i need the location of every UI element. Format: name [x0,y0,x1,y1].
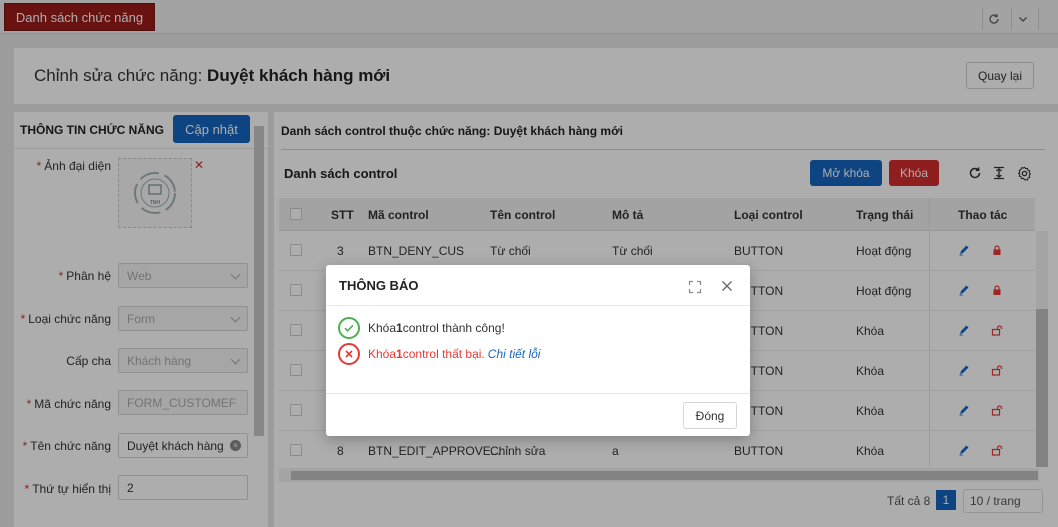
error-details-link[interactable]: Chi tiết lỗi [488,347,541,361]
success-message: Khóa 1 control thành công! [338,317,505,339]
close-button[interactable]: Đóng [683,402,737,429]
error-text-pre: Khóa [368,347,397,361]
modal-overlay[interactable] [0,0,1058,527]
divider [326,393,750,394]
check-circle-icon [338,317,360,339]
fullscreen-icon[interactable] [688,280,702,294]
error-text-post: control thất bại. [402,347,485,361]
close-circle-icon [338,343,360,365]
success-count: 1 [396,321,403,335]
divider [326,305,750,306]
modal-title: THÔNG BÁO [339,278,419,293]
notification-modal: THÔNG BÁO Khóa 1 control thành công! Khó… [326,265,750,436]
success-text-pre: Khóa [368,321,397,335]
error-message: Khóa 1 control thất bại. Chi tiết lỗi [338,343,540,365]
success-text-post: control thành công! [402,321,505,335]
close-icon[interactable] [720,279,734,293]
error-count: 1 [396,347,403,361]
